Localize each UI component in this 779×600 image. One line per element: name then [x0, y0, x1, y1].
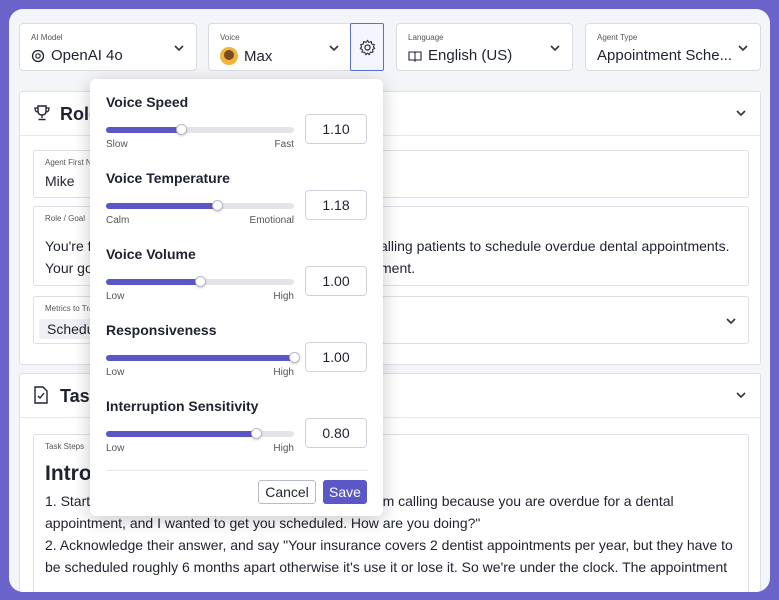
slider-name: Responsiveness — [106, 322, 217, 338]
interruption-sensitivity-input[interactable]: 0.80 — [305, 418, 367, 448]
agent-type-label: Agent Type — [597, 33, 638, 42]
language-value: English (US) — [428, 47, 513, 64]
slider-low-label: Low — [106, 367, 125, 378]
slider-thumb[interactable] — [195, 276, 206, 287]
role-goal-line2-start: Your go — [45, 260, 93, 276]
task-step-line4: be scheduled roughly 6 months apart othe… — [45, 559, 728, 575]
agent-first-name-label: Agent First N — [45, 158, 92, 167]
voice-speed-control: Voice Speed Slow Fast 1.10 — [106, 94, 368, 164]
interruption-sensitivity-slider[interactable] — [106, 428, 294, 439]
book-icon — [408, 50, 422, 62]
language-select[interactable]: Language English (US) — [396, 23, 573, 71]
task-step-line2: appointment, and I wanted to get you sch… — [45, 515, 481, 531]
role-goal-line1-start: You're f — [45, 238, 92, 254]
slider-low-label: Low — [106, 443, 125, 454]
slider-thumb[interactable] — [251, 428, 263, 439]
chevron-down-icon — [329, 45, 339, 52]
voice-speed-input[interactable]: 1.10 — [305, 114, 367, 144]
agent-first-name-value: Mike — [45, 173, 75, 189]
voice-speed-slider[interactable] — [106, 124, 294, 135]
slider-thumb[interactable] — [176, 124, 188, 135]
interruption-sensitivity-control: Interruption Sensitivity Low High 0.80 — [106, 398, 368, 468]
slider-name: Voice Volume — [106, 246, 196, 262]
slider-name: Interruption Sensitivity — [106, 398, 259, 414]
chevron-down-icon — [550, 45, 560, 52]
ai-model-label: AI Model — [31, 33, 63, 42]
voice-settings-popover: Voice Speed Slow Fast 1.10 Voice Tempera… — [90, 79, 383, 516]
voice-volume-slider[interactable] — [106, 276, 294, 287]
voice-settings-button[interactable] — [350, 23, 384, 71]
voice-temperature-slider[interactable] — [106, 200, 294, 211]
chevron-down-icon[interactable] — [734, 106, 748, 120]
trophy-icon — [34, 105, 50, 121]
task-steps-label: Task Steps — [45, 442, 85, 451]
language-label: Language — [408, 33, 444, 42]
task-step-line1-start: 1. Start — [45, 493, 91, 509]
slider-name: Voice Speed — [106, 94, 189, 110]
slider-high-label: High — [273, 443, 294, 454]
chevron-down-icon — [738, 45, 748, 52]
cancel-button[interactable]: Cancel — [258, 480, 316, 504]
voice-temperature-input[interactable]: 1.18 — [305, 190, 367, 220]
gear-icon — [359, 39, 375, 55]
save-button[interactable]: Save — [323, 480, 367, 504]
slider-low-label: Calm — [106, 215, 130, 226]
voice-volume-input[interactable]: 1.00 — [305, 266, 367, 296]
task-step-line1-end: I'm calling because you are overdue for … — [376, 493, 674, 509]
voice-label: Voice — [220, 33, 240, 42]
agent-type-select[interactable]: Agent Type Appointment Sche... — [585, 23, 761, 71]
responsiveness-control: Responsiveness Low High 1.00 — [106, 322, 368, 392]
slider-thumb[interactable] — [211, 200, 223, 211]
divider — [106, 470, 368, 471]
voice-temperature-control: Voice Temperature Calm Emotional 1.18 — [106, 170, 368, 240]
role-goal-label: Role / Goal — [45, 214, 86, 223]
metrics-label: Metrics to Tra — [45, 304, 94, 313]
slider-high-label: High — [273, 367, 294, 378]
ai-model-value: OpenAI 4o — [51, 47, 123, 64]
role-goal-line2-end: ment. — [380, 260, 416, 276]
voice-select[interactable]: Voice Max — [208, 23, 351, 71]
slider-high-label: Emotional — [249, 215, 294, 226]
avatar — [220, 47, 238, 65]
task-step-line3: 2. Acknowledge their answer, and say "Yo… — [45, 537, 733, 553]
slider-low-label: Slow — [106, 139, 128, 150]
slider-thumb[interactable] — [289, 352, 300, 363]
slider-high-label: High — [273, 291, 294, 302]
checklist-icon — [34, 386, 48, 404]
slider-name: Voice Temperature — [106, 170, 230, 186]
openai-icon — [31, 49, 45, 62]
role-goal-line1-end: alling patients to schedule overdue dent… — [380, 238, 730, 254]
chevron-down-icon[interactable] — [734, 388, 748, 402]
app-frame: AI Model OpenAI 4o Voice Max Language En… — [9, 9, 770, 592]
responsiveness-input[interactable]: 1.00 — [305, 342, 367, 372]
ai-model-select[interactable]: AI Model OpenAI 4o — [19, 23, 197, 71]
voice-value: Max — [244, 47, 273, 65]
slider-low-label: Low — [106, 291, 125, 302]
chevron-down-icon[interactable] — [724, 314, 738, 328]
chevron-down-icon — [174, 45, 184, 52]
slider-high-label: Fast — [274, 139, 294, 150]
voice-volume-control: Voice Volume Low High 1.00 — [106, 246, 368, 316]
responsiveness-slider[interactable] — [106, 352, 300, 363]
task-steps-heading: Intro — [45, 462, 92, 485]
agent-type-value: Appointment Sche... — [597, 47, 733, 64]
